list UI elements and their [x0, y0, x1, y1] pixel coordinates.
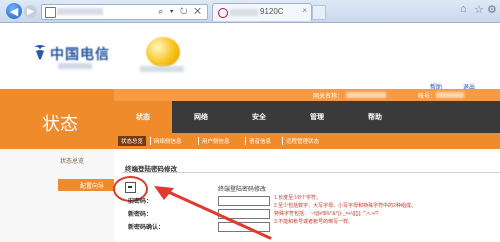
sub-nav: 状态总览 网络侧信息 用户侧信息 语音信息 远程管理状态: [114, 133, 500, 149]
page-title: 状态: [42, 114, 78, 134]
left-menu-wizard-label: 配置向导: [80, 184, 105, 190]
brand-subtitle-redacted: [140, 66, 184, 72]
tab-title: 9120C: [260, 7, 284, 16]
password-hint-special-chars: 特殊字符包括：`~!@#$%^&*()-_=+\|[{}];:'",<.>/?: [274, 211, 379, 217]
tab-title-redacted: [230, 9, 258, 16]
address-bar[interactable]: ⌕ ▾ ↻ ✕: [41, 4, 208, 20]
address-tools[interactable]: ⌕ ▾ ↻ ✕: [158, 6, 203, 17]
gateway-name-redacted: [346, 92, 386, 98]
back-button[interactable]: ◀: [6, 3, 22, 19]
new-password-label: 新密码：: [128, 212, 153, 218]
home-icon[interactable]: ⌂: [460, 3, 467, 15]
main-nav: 状态 网络 安全 管理 帮助: [114, 101, 500, 133]
subnav-divider: [198, 137, 199, 145]
forward-button[interactable]: ▶: [24, 5, 37, 18]
gateway-name-label: 网关名称：: [313, 94, 344, 100]
left-menu-wizard[interactable]: 配置向导: [58, 179, 114, 191]
subnav-divider: [282, 137, 283, 145]
password-hint-account: 3.不能和帐号或者帐号的倒写一样。: [274, 219, 354, 225]
logo-text: 中国电信: [50, 48, 110, 63]
tab-management[interactable]: 管理: [288, 101, 346, 133]
subtab-user-side[interactable]: 用户侧信息: [202, 136, 230, 146]
password-hint-composition: 2.至少包括数字、大写字母、小写字母和特殊字符中的2种组成。: [274, 203, 416, 209]
section-divider: [122, 172, 500, 173]
annotation-arrow-icon: [154, 186, 272, 240]
logo-subtitle-redacted: [58, 63, 92, 69]
star-icon[interactable]: ☆: [474, 3, 484, 16]
subtab-remote-management[interactable]: 远程管理状态: [286, 136, 319, 146]
tab-favicon: [218, 8, 228, 18]
subtab-voice[interactable]: 语音信息: [249, 136, 271, 146]
back-arrow-icon: ◀: [9, 5, 19, 18]
subtab-network-side[interactable]: 网络侧信息: [154, 136, 182, 146]
tab-status[interactable]: 状态: [114, 101, 172, 133]
new-tab-button[interactable]: [312, 5, 326, 20]
old-password-label: 旧密码：: [128, 199, 153, 205]
subnav-divider: [245, 137, 246, 145]
subtab-overview[interactable]: 状态总览: [118, 136, 147, 146]
left-menu-overview[interactable]: 状态总览: [60, 156, 84, 165]
account-redacted: [436, 92, 464, 98]
tab-close-button[interactable]: ×: [302, 6, 307, 15]
tab-help[interactable]: 帮助: [346, 101, 404, 133]
brand-orb-icon: [146, 37, 180, 67]
subnav-divider: [150, 137, 151, 145]
forward-arrow-icon: ▶: [27, 6, 34, 16]
left-menu: [0, 149, 114, 242]
telecom-logo-mark: [34, 45, 46, 60]
tab-security[interactable]: 安全: [230, 101, 288, 133]
browser-tab[interactable]: 9120C ×: [212, 3, 312, 21]
tab-network[interactable]: 网络: [172, 101, 230, 133]
gear-icon[interactable]: ⚙: [487, 3, 497, 16]
address-url-redacted: [57, 8, 103, 15]
page-icon: [45, 7, 56, 18]
account-label: 帐号：: [418, 94, 437, 100]
